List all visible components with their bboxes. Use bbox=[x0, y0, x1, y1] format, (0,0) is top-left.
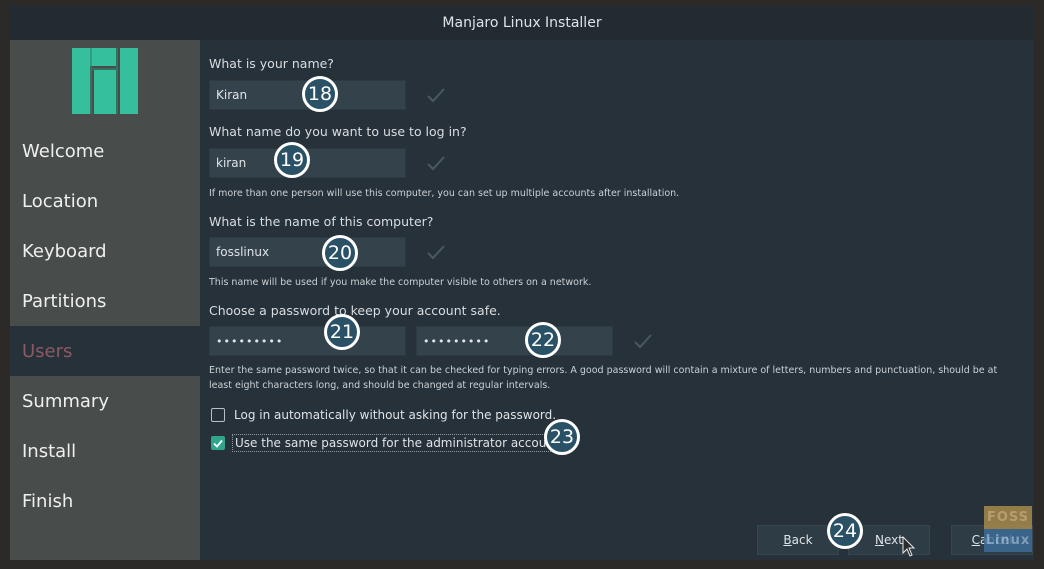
mouse-cursor-icon bbox=[902, 536, 916, 557]
checkmark-icon bbox=[427, 245, 445, 260]
next-mnemonic: N bbox=[875, 533, 884, 547]
login-name-hint: If more than one person will use this co… bbox=[209, 188, 680, 199]
cancel-mnemonic: C bbox=[971, 533, 981, 547]
same-admin-password-checkbox-row[interactable]: Use the same password for the administra… bbox=[211, 434, 566, 452]
sidebar-item-label: Welcome bbox=[22, 140, 105, 162]
sidebar-item-keyboard[interactable]: Keyboard bbox=[10, 226, 200, 276]
hostname-label: What is the name of this computer? bbox=[209, 214, 434, 229]
checkmark-icon bbox=[427, 156, 445, 171]
sidebar-item-label: Keyboard bbox=[22, 240, 107, 262]
watermark-bottom: Linux bbox=[984, 529, 1032, 552]
fosslinux-watermark: FOSS Linux bbox=[984, 506, 1032, 552]
password-hint-line2: least eight characters long, and should … bbox=[209, 380, 551, 391]
autologin-label: Log in automatically without asking for … bbox=[234, 408, 557, 422]
password-input[interactable] bbox=[209, 326, 406, 356]
annotation-marker: 21 bbox=[324, 314, 360, 350]
annotation-marker: 20 bbox=[322, 235, 358, 271]
autologin-checkbox-row[interactable]: Log in automatically without asking for … bbox=[211, 407, 558, 423]
sidebar-item-label: Users bbox=[22, 340, 73, 362]
users-page: What is your name? What name do you want… bbox=[208, 40, 1033, 560]
back-mnemonic: B bbox=[783, 533, 792, 547]
sidebar-item-label: Finish bbox=[22, 490, 74, 512]
annotation-marker: 23 bbox=[544, 419, 580, 455]
sidebar-item-users[interactable]: Users bbox=[10, 326, 200, 376]
hostname-input[interactable] bbox=[209, 237, 406, 267]
checkmark-icon bbox=[634, 334, 652, 349]
sidebar: Welcome Location Keyboard Partitions Use… bbox=[10, 40, 200, 560]
next-label: ext bbox=[884, 533, 903, 547]
annotation-marker: 24 bbox=[827, 513, 863, 549]
installer-window: Manjaro Linux Installer Welcome Location… bbox=[10, 6, 1034, 560]
annotation-marker: 19 bbox=[274, 142, 310, 178]
login-name-label: What name do you want to use to log in? bbox=[209, 124, 467, 139]
password-hint-line1: Enter the same password twice, so that i… bbox=[209, 365, 998, 376]
sidebar-item-label: Install bbox=[22, 440, 77, 462]
manjaro-logo-icon bbox=[72, 48, 138, 114]
annotation-marker: 18 bbox=[302, 76, 338, 112]
annotation-marker: 22 bbox=[525, 322, 561, 358]
hostname-hint: This name will be used if you make the c… bbox=[209, 277, 592, 288]
window-title: Manjaro Linux Installer bbox=[442, 15, 602, 31]
sidebar-item-summary[interactable]: Summary bbox=[10, 376, 200, 426]
autologin-checkbox[interactable] bbox=[211, 408, 225, 422]
sidebar-item-label: Partitions bbox=[22, 290, 107, 312]
sidebar-item-label: Location bbox=[22, 190, 99, 212]
sidebar-item-welcome[interactable]: Welcome bbox=[10, 126, 200, 176]
sidebar-item-finish[interactable]: Finish bbox=[10, 476, 200, 526]
password-label: Choose a password to keep your account s… bbox=[209, 303, 501, 318]
same-admin-password-checkbox[interactable] bbox=[211, 436, 225, 450]
back-label: ack bbox=[791, 533, 813, 547]
title-bar: Manjaro Linux Installer bbox=[10, 6, 1034, 40]
checkbox-check-icon bbox=[213, 439, 223, 448]
sidebar-item-install[interactable]: Install bbox=[10, 426, 200, 476]
watermark-top: FOSS bbox=[984, 506, 1032, 529]
sidebar-item-location[interactable]: Location bbox=[10, 176, 200, 226]
checkmark-icon bbox=[427, 88, 445, 103]
same-admin-password-label: Use the same password for the administra… bbox=[232, 434, 566, 452]
password-confirm-input[interactable] bbox=[416, 326, 613, 356]
sidebar-item-partitions[interactable]: Partitions bbox=[10, 276, 200, 326]
sidebar-item-label: Summary bbox=[22, 390, 109, 412]
full-name-label: What is your name? bbox=[209, 56, 334, 71]
